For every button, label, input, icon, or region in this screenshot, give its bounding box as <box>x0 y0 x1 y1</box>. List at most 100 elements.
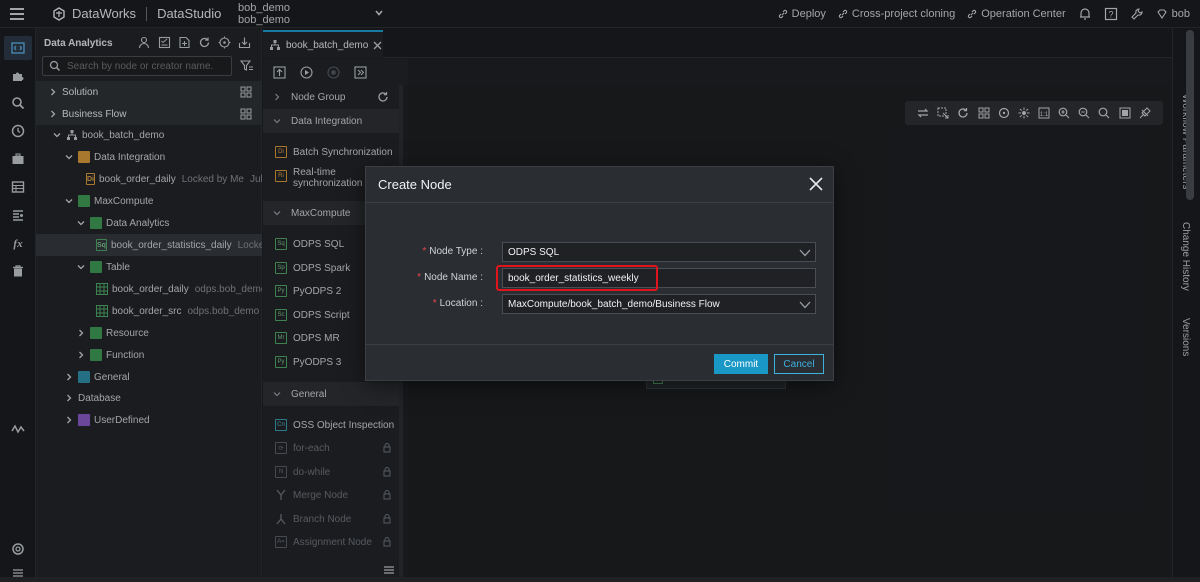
explorer-search[interactable] <box>42 56 232 76</box>
auto-layout-icon[interactable] <box>1018 107 1030 119</box>
filter-icon[interactable] <box>240 60 254 72</box>
palette-item-assignment: A= Assignment Node <box>275 531 399 553</box>
code-folder-icon <box>90 217 102 229</box>
operation-center-link[interactable]: Operation Center <box>967 8 1066 20</box>
refresh-icon[interactable] <box>957 107 969 119</box>
tree-table-item[interactable]: book_order_daily odps.bob_demo <box>36 278 262 300</box>
palette-item-oss[interactable]: Cn OSS Object Inspection <box>275 414 399 436</box>
grid-icon[interactable] <box>240 108 252 120</box>
palette-group-general[interactable]: General <box>263 382 399 406</box>
explorer-toolbar <box>138 36 251 49</box>
tree-resource[interactable]: Resource <box>36 322 262 344</box>
briefcase-icon[interactable] <box>9 150 27 168</box>
brand[interactable]: DataWorks DataStudio <box>52 6 221 21</box>
data-development-icon[interactable] <box>4 36 32 60</box>
tree-data-integration[interactable]: Data Integration <box>36 146 262 168</box>
close-icon[interactable] <box>373 41 382 50</box>
layout-grid-icon[interactable] <box>978 107 990 119</box>
required-mark: * <box>422 246 427 257</box>
puzzle-icon[interactable] <box>9 67 27 85</box>
node-type-select[interactable]: ODPS SQL <box>502 242 816 262</box>
deploy-icon[interactable] <box>354 65 367 79</box>
zoom-out-icon[interactable] <box>1078 107 1090 119</box>
refresh-icon[interactable] <box>198 36 211 49</box>
settings-icon[interactable] <box>9 540 27 558</box>
tab-book-batch-demo[interactable]: book_batch_demo <box>263 30 383 58</box>
tree-general[interactable]: General <box>36 366 262 388</box>
submit-icon[interactable] <box>273 65 286 79</box>
refresh-icon[interactable] <box>377 91 389 103</box>
close-icon[interactable] <box>807 175 825 193</box>
scrollbar[interactable] <box>1186 30 1194 200</box>
swap-icon[interactable] <box>917 107 929 119</box>
pyodps3-icon: Py <box>275 356 287 368</box>
search-input[interactable] <box>67 60 217 72</box>
clock-icon[interactable] <box>9 122 27 140</box>
table-icon[interactable] <box>9 178 27 196</box>
fullscreen-icon[interactable] <box>1119 107 1131 119</box>
collapse-menu-icon[interactable] <box>9 564 27 582</box>
change-history-tab[interactable]: Change History <box>1180 222 1191 291</box>
workspace-selector[interactable]: bob_demo bob_demo <box>238 2 290 26</box>
table-folder-icon <box>90 261 102 273</box>
chevron-down-icon <box>76 218 86 228</box>
cross-project-cloning-link[interactable]: Cross-project cloning <box>838 8 955 20</box>
zoom-in-icon[interactable] <box>1058 107 1070 119</box>
tree-workflow[interactable]: book_batch_demo <box>36 124 262 146</box>
location-select[interactable]: MaxCompute/book_batch_demo/Business Flow <box>502 294 816 314</box>
center-icon[interactable] <box>998 107 1010 119</box>
batch-operation-icon[interactable] <box>158 36 171 49</box>
section-business-flow[interactable]: Business Flow <box>36 103 262 125</box>
help-icon[interactable]: ? <box>1104 7 1118 21</box>
lock-icon <box>383 537 391 547</box>
grid-icon[interactable] <box>240 86 252 98</box>
format-icon[interactable] <box>1139 107 1151 119</box>
palette-node-group[interactable]: Node Group <box>263 85 399 109</box>
box-select-icon[interactable] <box>937 107 949 119</box>
deploy-link[interactable]: Deploy <box>778 8 826 20</box>
node-name-input[interactable] <box>508 272 798 284</box>
batch-sync-icon: Di <box>86 173 95 185</box>
cancel-button[interactable]: Cancel <box>774 354 824 374</box>
tree-maxcompute[interactable]: MaxCompute <box>36 190 262 212</box>
new-file-icon[interactable] <box>178 36 191 49</box>
svg-text:1:1: 1:1 <box>1040 112 1049 118</box>
chevron-down-icon[interactable] <box>374 8 384 18</box>
pulse-icon[interactable] <box>9 420 27 438</box>
locate-icon[interactable] <box>218 36 231 49</box>
list-settings-icon[interactable] <box>9 206 27 224</box>
search-icon[interactable] <box>9 94 27 112</box>
trash-icon[interactable] <box>9 262 27 280</box>
function-icon[interactable]: fx <box>9 234 27 252</box>
node-type-label: * Node Type : <box>422 246 483 257</box>
user-menu[interactable]: bob <box>1156 8 1190 20</box>
lock-status: Locked by Me <box>181 173 244 185</box>
lock-icon <box>383 467 391 477</box>
tree-table[interactable]: Table <box>36 256 262 278</box>
import-icon[interactable] <box>238 36 251 49</box>
tree-di-node[interactable]: Di book_order_daily Locked by Me Jul 29 <box>36 168 262 190</box>
bell-icon[interactable] <box>1078 7 1092 21</box>
section-solution[interactable]: Solution <box>36 81 262 103</box>
tree-userdefined[interactable]: UserDefined <box>36 409 262 431</box>
commit-button[interactable]: Commit <box>714 354 768 374</box>
editor-tab-bar: book_batch_demo <box>263 28 1200 58</box>
tree-function[interactable]: Function <box>36 344 262 366</box>
node-name-field[interactable] <box>502 268 816 288</box>
actual-size-icon[interactable]: 1:1 <box>1038 107 1050 119</box>
user-filter-icon[interactable] <box>138 36 151 49</box>
tree-database[interactable]: Database <box>36 387 262 409</box>
palette-group-data-integration[interactable]: Data Integration <box>263 109 399 133</box>
oss-inspection-icon: Cn <box>275 419 287 431</box>
menu-icon[interactable] <box>8 6 26 22</box>
palette-collapse-icon[interactable] <box>383 565 395 575</box>
function-icon <box>90 349 102 361</box>
wrench-icon[interactable] <box>1130 7 1144 21</box>
search-node-icon[interactable] <box>1098 107 1110 119</box>
tree-table-item[interactable]: book_order_src odps.bob_demo <box>36 300 262 322</box>
versions-tab[interactable]: Versions <box>1180 318 1191 356</box>
run-icon[interactable] <box>300 65 313 79</box>
palette-item-batch-sync[interactable]: Di Batch Synchronization <box>275 141 399 163</box>
tree-data-analytics[interactable]: Data Analytics <box>36 212 262 234</box>
tree-sql-node[interactable]: Sq book_order_statistics_daily Locked <box>36 234 262 256</box>
